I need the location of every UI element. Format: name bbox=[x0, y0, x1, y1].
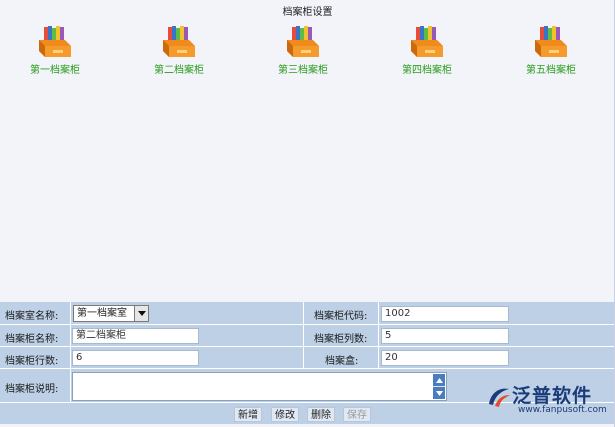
modify-button[interactable]: 修改 bbox=[271, 407, 299, 422]
room-name-select[interactable]: 第一档案室 bbox=[73, 305, 149, 322]
brand-watermark: 泛普软件 www.fanpusoft.com bbox=[486, 381, 611, 421]
file-cabinet-icon bbox=[411, 26, 443, 57]
divider bbox=[70, 325, 71, 346]
fanpu-logo-icon bbox=[489, 388, 510, 407]
delete-button[interactable]: 删除 bbox=[307, 407, 335, 422]
room-name-label: 档案室名称: bbox=[5, 311, 59, 322]
cabinet-label: 第一档案柜 bbox=[30, 65, 80, 76]
file-cabinet-icon bbox=[287, 26, 319, 57]
description-label: 档案柜说明: bbox=[5, 384, 59, 395]
cabinet-code-field[interactable]: 1002 bbox=[381, 306, 509, 322]
cabinet-item-5[interactable]: 第五档案柜 bbox=[506, 24, 596, 80]
file-cabinet-icon bbox=[39, 26, 71, 57]
chevron-down-icon[interactable] bbox=[433, 387, 445, 399]
divider bbox=[70, 347, 71, 368]
divider bbox=[303, 325, 304, 346]
divider bbox=[378, 325, 379, 346]
cabinet-name-label: 档案柜名称: bbox=[5, 334, 59, 345]
box-label: 档案盒: bbox=[325, 356, 359, 367]
cabinet-label: 第四档案柜 bbox=[402, 65, 452, 76]
divider bbox=[378, 302, 379, 324]
room-name-value: 第一档案室 bbox=[77, 308, 127, 319]
cabinet-label: 第二档案柜 bbox=[154, 65, 204, 76]
brand-url: www.fanpusoft.com bbox=[518, 405, 607, 415]
divider bbox=[303, 302, 304, 324]
main-frame: 档案柜设置 第一档案柜 第二档案柜 第三档案柜 第四档案柜 第五档案柜 档案室名… bbox=[0, 0, 615, 427]
cabinet-label: 第三档案柜 bbox=[278, 65, 328, 76]
file-cabinet-icon bbox=[535, 26, 567, 57]
cabinet-item-3[interactable]: 第三档案柜 bbox=[258, 24, 348, 80]
form-row-3: 档案柜行数: 6 档案盒: 20 bbox=[0, 347, 614, 369]
cabinet-code-label: 档案柜代码: bbox=[314, 311, 368, 322]
add-button[interactable]: 新增 bbox=[234, 407, 262, 422]
form-row-2: 档案柜名称: 第二档案柜 档案柜列数: 5 bbox=[0, 325, 614, 347]
cabinet-label: 第五档案柜 bbox=[526, 65, 576, 76]
save-button[interactable]: 保存 bbox=[343, 407, 371, 422]
description-textarea[interactable] bbox=[72, 372, 447, 401]
divider bbox=[378, 347, 379, 368]
row-count-field[interactable]: 6 bbox=[72, 350, 199, 366]
box-field[interactable]: 20 bbox=[381, 350, 509, 366]
brand-name: 泛普软件 bbox=[512, 385, 593, 407]
column-count-field[interactable]: 5 bbox=[381, 328, 509, 344]
scrollbar[interactable] bbox=[433, 374, 445, 399]
chevron-up-icon[interactable] bbox=[433, 374, 445, 386]
divider bbox=[70, 369, 71, 402]
column-count-label: 档案柜列数: bbox=[314, 334, 368, 345]
cabinet-item-1[interactable]: 第一档案柜 bbox=[10, 24, 100, 80]
form-row-1: 档案室名称: 第一档案室 档案柜代码: 1002 bbox=[0, 302, 614, 325]
chevron-down-icon[interactable] bbox=[134, 306, 148, 321]
file-cabinet-icon bbox=[163, 26, 195, 57]
divider bbox=[303, 347, 304, 368]
divider bbox=[70, 302, 71, 324]
cabinet-name-field[interactable]: 第二档案柜 bbox=[72, 328, 199, 344]
cabinet-item-4[interactable]: 第四档案柜 bbox=[382, 24, 472, 80]
page-title: 档案柜设置 bbox=[282, 7, 333, 18]
row-count-label: 档案柜行数: bbox=[5, 356, 59, 367]
cabinet-item-2[interactable]: 第二档案柜 bbox=[134, 24, 224, 80]
